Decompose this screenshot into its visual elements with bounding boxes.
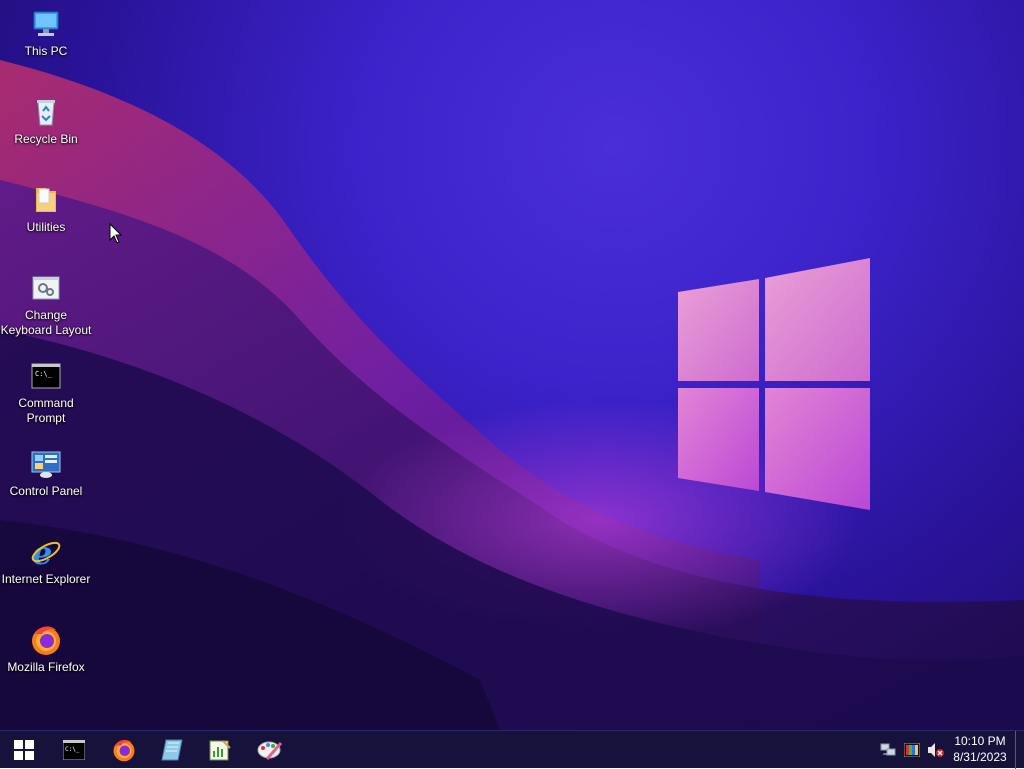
firefox-icon [113, 739, 135, 762]
windows-wallpaper-logo [678, 258, 870, 510]
desktop-wallpaper: This PC Recycle Bin Utilities Change Key… [0, 0, 1024, 730]
windows-logo-icon [14, 740, 34, 760]
wallpaper-waves [0, 60, 1024, 730]
recycle-bin-icon [30, 96, 62, 128]
desktop-icon-utilities[interactable]: Utilities [0, 184, 92, 235]
clock-time: 10:10 PM [954, 734, 1006, 748]
start-button[interactable] [4, 734, 44, 766]
clock-date: 8/31/2023 [953, 750, 1007, 764]
taskbar-cmd-button[interactable]: C:\_ [54, 734, 94, 766]
cmd-icon: C:\_ [30, 360, 62, 392]
computer-icon [30, 8, 62, 40]
desktop-icon-label: Mozilla Firefox [7, 660, 85, 674]
taskbar-paint-button[interactable] [250, 734, 290, 766]
settings-window-icon [30, 272, 62, 304]
taskbar-firefox-button[interactable] [104, 734, 144, 766]
taskbar: C:\_ 10:10 PM 8/31/2023 [0, 730, 1024, 769]
desktop-icon-label: Control Panel [9, 484, 83, 498]
cmd-icon: C:\_ [63, 740, 85, 760]
svg-text:C:\_: C:\_ [35, 370, 53, 378]
mouse-cursor-icon [109, 223, 123, 244]
color-app-icon [904, 743, 920, 757]
firefox-icon [30, 624, 62, 656]
taskbar-notepad-chart-button[interactable] [200, 734, 240, 766]
volume-muted-icon [928, 743, 944, 757]
desktop-icon-change-keyboard-layout[interactable]: Change Keyboard Layout [0, 272, 92, 338]
control-panel-icon [30, 448, 62, 480]
tray-color-app-icon[interactable] [903, 741, 921, 759]
desktop-icon-label: Change Keyboard Layout [0, 308, 92, 337]
desktop-icon-control-panel[interactable]: Control Panel [0, 448, 92, 499]
svg-text:C:\_: C:\_ [65, 746, 80, 753]
tray-network-icon[interactable] [879, 741, 897, 759]
desktop-icon-internet-explorer[interactable]: e Internet Explorer [0, 534, 92, 587]
paint-icon [257, 741, 283, 760]
desktop-icon-mozilla-firefox[interactable]: Mozilla Firefox [0, 624, 92, 675]
taskbar-notebook-button[interactable] [152, 734, 192, 766]
desktop-icon-command-prompt[interactable]: C:\_ Command Prompt [0, 360, 92, 426]
internet-explorer-icon: e [30, 534, 62, 572]
desktop-icon-this-pc[interactable]: This PC [0, 8, 92, 59]
desktop-icon-label: Recycle Bin [14, 132, 78, 146]
desktop-icon-label: Internet Explorer [1, 572, 91, 586]
taskbar-clock[interactable]: 10:10 PM 8/31/2023 [946, 733, 1014, 765]
desktop-icon-label: This PC [24, 44, 68, 58]
desktop-icon-recycle-bin[interactable]: Recycle Bin [0, 96, 92, 147]
show-desktop-button[interactable] [1015, 731, 1024, 769]
tray-volume-muted-icon[interactable] [927, 741, 945, 759]
desktop-icon-label: Command Prompt [18, 396, 74, 425]
desktop-icon-label: Utilities [26, 220, 66, 234]
notepad-chart-icon [209, 740, 231, 761]
folder-icon [30, 184, 62, 216]
network-icon [880, 743, 896, 756]
notebook-icon [161, 739, 183, 761]
